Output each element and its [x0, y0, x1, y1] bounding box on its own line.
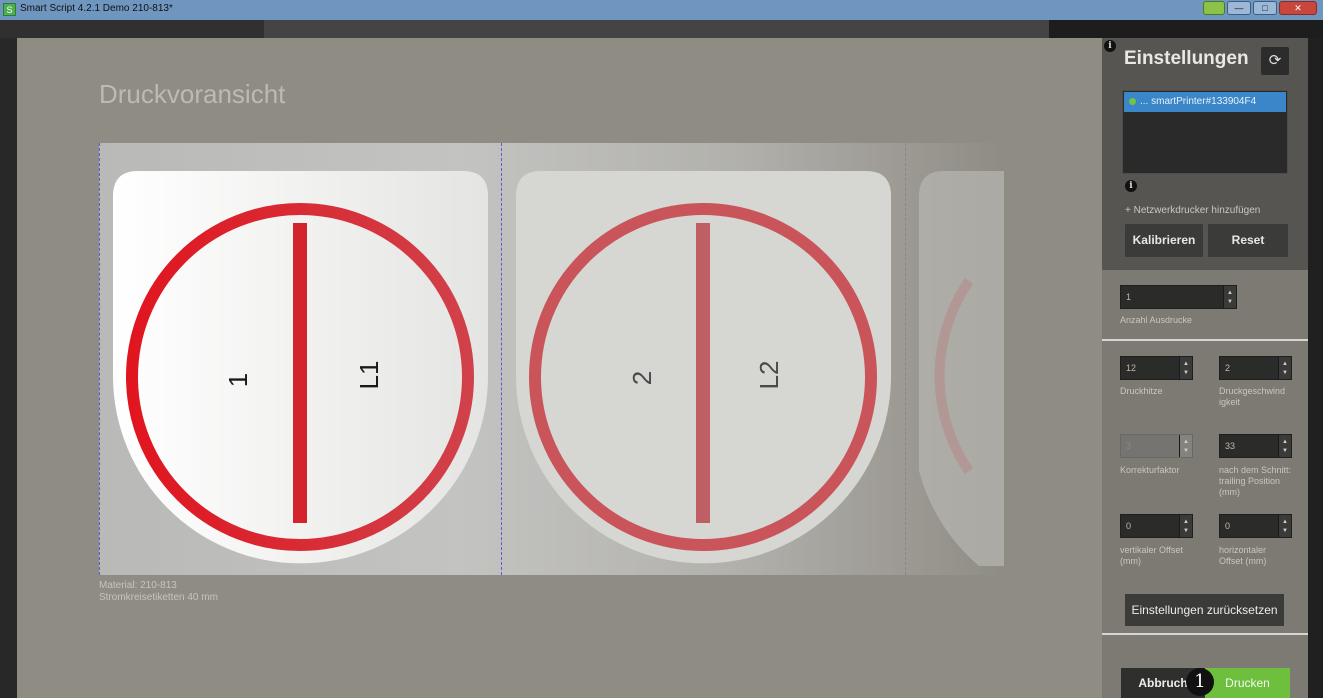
speed-label: Druckgeschwind igkeit	[1219, 386, 1286, 407]
label-divider-bar	[696, 223, 710, 523]
copies-value: 1	[1126, 292, 1132, 302]
label-2-left-text: 2	[627, 370, 657, 386]
label-preview-area: 1 L1 2 L2	[99, 143, 1004, 575]
close-button[interactable]: ✕	[1279, 1, 1317, 15]
copies-stepper[interactable]: 1 ▲ ▼	[1120, 285, 1237, 309]
calibrate-button[interactable]: Kalibrieren	[1125, 224, 1203, 257]
reset-button[interactable]: Reset	[1208, 224, 1288, 257]
info-icon[interactable]: i	[1104, 40, 1116, 52]
label-boundary	[501, 143, 502, 575]
refresh-icon: ⟳	[1268, 52, 1282, 69]
step-badge: 1	[1186, 668, 1214, 696]
horizontal-offset-label: horizontaler Offset (mm)	[1219, 545, 1267, 566]
horizontal-offset-stepper[interactable]: 0 ▲ ▼	[1219, 514, 1292, 538]
label-1-right-text: L1	[354, 360, 384, 390]
horizontal-offset-value: 0	[1225, 521, 1231, 531]
trailing-stepper[interactable]: 33 ▲ ▼	[1219, 434, 1292, 458]
window-title: Smart Script 4.2.1 Demo 210-813*	[20, 3, 173, 14]
trailing-value: 33	[1225, 441, 1236, 451]
print-button[interactable]: Drucken	[1205, 668, 1290, 698]
material-info: Material: 210-813 Stromkreisetiketten 40…	[99, 580, 218, 604]
stepper-arrows-icon: ▲ ▼	[1179, 435, 1192, 457]
correction-stepper: 3 ▲ ▼	[1120, 434, 1193, 458]
trailing-label: nach dem Schnitt: trailing Position (mm)	[1219, 465, 1292, 497]
page-title: Druckvoransicht	[99, 79, 286, 109]
correction-value: 3	[1126, 441, 1132, 451]
stepper-arrows-icon[interactable]: ▲ ▼	[1223, 286, 1236, 308]
right-frame	[1308, 38, 1323, 698]
correction-label: Korrekturfaktor	[1120, 465, 1180, 475]
label-card-1	[113, 171, 488, 564]
reset-settings-button[interactable]: Einstellungen zurücksetzen	[1125, 594, 1284, 626]
stepper-arrows-icon[interactable]: ▲ ▼	[1179, 515, 1192, 537]
vertical-offset-stepper[interactable]: 0 ▲ ▼	[1120, 514, 1193, 538]
left-frame	[0, 38, 17, 698]
material-description: Stromkreisetiketten 40 mm	[99, 592, 218, 603]
add-network-printer-link[interactable]: + Netzwerkdrucker hinzufügen	[1125, 205, 1260, 216]
settings-title: Einstellungen	[1124, 48, 1249, 69]
stepper-arrows-icon[interactable]: ▲ ▼	[1278, 357, 1291, 379]
status-dot-icon	[1129, 97, 1136, 105]
vertical-offset-value: 0	[1126, 521, 1132, 531]
divider	[1102, 339, 1308, 341]
maximize-button[interactable]: □	[1253, 1, 1277, 15]
stepper-arrows-icon[interactable]: ▲ ▼	[1278, 515, 1291, 537]
label-1-left-text: 1	[223, 372, 253, 388]
stepper-arrows-icon[interactable]: ▲ ▼	[1179, 357, 1192, 379]
window-controls: — □ ✕	[1203, 1, 1317, 17]
minimize-button[interactable]: —	[1227, 1, 1251, 15]
toolbar-strip	[0, 20, 1323, 38]
heat-stepper[interactable]: 12 ▲ ▼	[1120, 356, 1193, 380]
stepper-arrows-icon[interactable]: ▲ ▼	[1278, 435, 1291, 457]
heat-value: 12	[1126, 363, 1137, 373]
speed-value: 2	[1225, 363, 1231, 373]
label-boundary	[99, 143, 100, 575]
label-divider-bar	[293, 223, 307, 523]
refresh-button[interactable]: ⟳	[1261, 47, 1289, 75]
speed-stepper[interactable]: 2 ▲ ▼	[1219, 356, 1292, 380]
printer-list[interactable]: ... smartPrinter#133904F4	[1122, 90, 1288, 174]
label-boundary	[905, 143, 906, 575]
connection-indicator-icon	[1203, 1, 1225, 15]
printer-name: ... smartPrinter#133904F4	[1140, 96, 1257, 107]
label-2-right-text: L2	[754, 360, 784, 390]
divider	[1102, 633, 1308, 635]
vertical-offset-label: vertikaler Offset (mm)	[1120, 545, 1183, 566]
info-icon[interactable]: i	[1125, 180, 1137, 192]
printer-list-item[interactable]: ... smartPrinter#133904F4	[1124, 92, 1286, 112]
copies-label: Anzahl Ausdrucke	[1120, 315, 1193, 325]
app-icon: S	[3, 3, 16, 16]
window-title-bar: S Smart Script 4.2.1 Demo 210-813* — □ ✕	[0, 0, 1323, 20]
label-card-2	[516, 171, 891, 564]
material-code: Material: 210-813	[99, 580, 177, 591]
label-card-3	[919, 171, 1004, 566]
heat-label: Druckhitze	[1120, 386, 1163, 396]
